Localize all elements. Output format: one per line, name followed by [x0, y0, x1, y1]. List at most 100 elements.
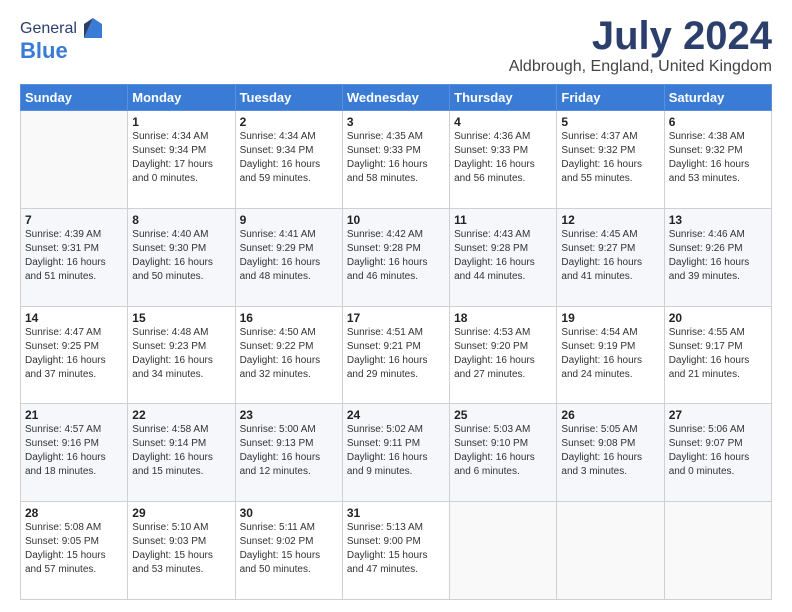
col-monday: Monday [128, 85, 235, 111]
calendar-week-row: 14Sunrise: 4:47 AMSunset: 9:25 PMDayligh… [21, 306, 772, 404]
table-row: 10Sunrise: 4:42 AMSunset: 9:28 PMDayligh… [342, 208, 449, 306]
table-row [664, 502, 771, 600]
day-info: Sunrise: 4:35 AMSunset: 9:33 PMDaylight:… [347, 130, 445, 186]
day-number: 24 [347, 408, 445, 422]
day-info: Sunrise: 4:34 AMSunset: 9:34 PMDaylight:… [132, 130, 230, 186]
day-info: Sunrise: 4:48 AMSunset: 9:23 PMDaylight:… [132, 326, 230, 382]
day-number: 25 [454, 408, 552, 422]
table-row: 22Sunrise: 4:58 AMSunset: 9:14 PMDayligh… [128, 404, 235, 502]
col-saturday: Saturday [664, 85, 771, 111]
day-number: 5 [561, 115, 659, 129]
table-row: 25Sunrise: 5:03 AMSunset: 9:10 PMDayligh… [450, 404, 557, 502]
day-number: 22 [132, 408, 230, 422]
day-info: Sunrise: 4:51 AMSunset: 9:21 PMDaylight:… [347, 326, 445, 382]
table-row: 3Sunrise: 4:35 AMSunset: 9:33 PMDaylight… [342, 111, 449, 209]
day-info: Sunrise: 4:47 AMSunset: 9:25 PMDaylight:… [25, 326, 123, 382]
day-number: 31 [347, 506, 445, 520]
table-row: 31Sunrise: 5:13 AMSunset: 9:00 PMDayligh… [342, 502, 449, 600]
table-row: 17Sunrise: 4:51 AMSunset: 9:21 PMDayligh… [342, 306, 449, 404]
day-number: 3 [347, 115, 445, 129]
page: General Blue July 2024 Aldbrough, Englan… [0, 0, 792, 612]
logo-blue-text: Blue [20, 38, 68, 64]
day-number: 23 [240, 408, 338, 422]
day-number: 26 [561, 408, 659, 422]
day-number: 10 [347, 213, 445, 227]
day-info: Sunrise: 4:45 AMSunset: 9:27 PMDaylight:… [561, 228, 659, 284]
day-number: 15 [132, 311, 230, 325]
day-info: Sunrise: 4:43 AMSunset: 9:28 PMDaylight:… [454, 228, 552, 284]
table-row: 4Sunrise: 4:36 AMSunset: 9:33 PMDaylight… [450, 111, 557, 209]
table-row: 9Sunrise: 4:41 AMSunset: 9:29 PMDaylight… [235, 208, 342, 306]
day-number: 7 [25, 213, 123, 227]
table-row: 28Sunrise: 5:08 AMSunset: 9:05 PMDayligh… [21, 502, 128, 600]
day-info: Sunrise: 4:53 AMSunset: 9:20 PMDaylight:… [454, 326, 552, 382]
table-row: 21Sunrise: 4:57 AMSunset: 9:16 PMDayligh… [21, 404, 128, 502]
day-number: 18 [454, 311, 552, 325]
day-info: Sunrise: 4:57 AMSunset: 9:16 PMDaylight:… [25, 423, 123, 479]
table-row: 18Sunrise: 4:53 AMSunset: 9:20 PMDayligh… [450, 306, 557, 404]
day-info: Sunrise: 4:36 AMSunset: 9:33 PMDaylight:… [454, 130, 552, 186]
table-row: 27Sunrise: 5:06 AMSunset: 9:07 PMDayligh… [664, 404, 771, 502]
calendar-week-row: 7Sunrise: 4:39 AMSunset: 9:31 PMDaylight… [21, 208, 772, 306]
day-number: 17 [347, 311, 445, 325]
day-info: Sunrise: 4:38 AMSunset: 9:32 PMDaylight:… [669, 130, 767, 186]
day-info: Sunrise: 5:13 AMSunset: 9:00 PMDaylight:… [347, 521, 445, 577]
table-row: 14Sunrise: 4:47 AMSunset: 9:25 PMDayligh… [21, 306, 128, 404]
table-row: 20Sunrise: 4:55 AMSunset: 9:17 PMDayligh… [664, 306, 771, 404]
day-info: Sunrise: 5:03 AMSunset: 9:10 PMDaylight:… [454, 423, 552, 479]
calendar-week-row: 28Sunrise: 5:08 AMSunset: 9:05 PMDayligh… [21, 502, 772, 600]
day-number: 16 [240, 311, 338, 325]
calendar-header-row: Sunday Monday Tuesday Wednesday Thursday… [21, 85, 772, 111]
table-row: 15Sunrise: 4:48 AMSunset: 9:23 PMDayligh… [128, 306, 235, 404]
table-row [450, 502, 557, 600]
day-number: 29 [132, 506, 230, 520]
day-info: Sunrise: 4:39 AMSunset: 9:31 PMDaylight:… [25, 228, 123, 284]
day-number: 27 [669, 408, 767, 422]
calendar-week-row: 21Sunrise: 4:57 AMSunset: 9:16 PMDayligh… [21, 404, 772, 502]
col-thursday: Thursday [450, 85, 557, 111]
day-info: Sunrise: 4:50 AMSunset: 9:22 PMDaylight:… [240, 326, 338, 382]
table-row [21, 111, 128, 209]
day-info: Sunrise: 5:08 AMSunset: 9:05 PMDaylight:… [25, 521, 123, 577]
logo-general-text: General [20, 20, 77, 38]
day-number: 12 [561, 213, 659, 227]
day-number: 30 [240, 506, 338, 520]
location: Aldbrough, England, United Kingdom [509, 58, 772, 76]
day-info: Sunrise: 5:10 AMSunset: 9:03 PMDaylight:… [132, 521, 230, 577]
title-block: July 2024 Aldbrough, England, United Kin… [509, 16, 772, 76]
day-number: 2 [240, 115, 338, 129]
day-number: 9 [240, 213, 338, 227]
table-row [557, 502, 664, 600]
day-number: 11 [454, 213, 552, 227]
day-info: Sunrise: 5:06 AMSunset: 9:07 PMDaylight:… [669, 423, 767, 479]
day-number: 13 [669, 213, 767, 227]
day-number: 19 [561, 311, 659, 325]
col-wednesday: Wednesday [342, 85, 449, 111]
table-row: 5Sunrise: 4:37 AMSunset: 9:32 PMDaylight… [557, 111, 664, 209]
day-info: Sunrise: 4:40 AMSunset: 9:30 PMDaylight:… [132, 228, 230, 284]
table-row: 11Sunrise: 4:43 AMSunset: 9:28 PMDayligh… [450, 208, 557, 306]
day-info: Sunrise: 4:37 AMSunset: 9:32 PMDaylight:… [561, 130, 659, 186]
col-tuesday: Tuesday [235, 85, 342, 111]
day-info: Sunrise: 4:54 AMSunset: 9:19 PMDaylight:… [561, 326, 659, 382]
table-row: 8Sunrise: 4:40 AMSunset: 9:30 PMDaylight… [128, 208, 235, 306]
day-info: Sunrise: 5:11 AMSunset: 9:02 PMDaylight:… [240, 521, 338, 577]
table-row: 24Sunrise: 5:02 AMSunset: 9:11 PMDayligh… [342, 404, 449, 502]
table-row: 13Sunrise: 4:46 AMSunset: 9:26 PMDayligh… [664, 208, 771, 306]
table-row: 23Sunrise: 5:00 AMSunset: 9:13 PMDayligh… [235, 404, 342, 502]
table-row: 12Sunrise: 4:45 AMSunset: 9:27 PMDayligh… [557, 208, 664, 306]
day-number: 28 [25, 506, 123, 520]
logo: General Blue [20, 16, 106, 64]
month-title: July 2024 [509, 16, 772, 56]
calendar-table: Sunday Monday Tuesday Wednesday Thursday… [20, 84, 772, 600]
day-number: 20 [669, 311, 767, 325]
table-row: 7Sunrise: 4:39 AMSunset: 9:31 PMDaylight… [21, 208, 128, 306]
table-row: 2Sunrise: 4:34 AMSunset: 9:34 PMDaylight… [235, 111, 342, 209]
table-row: 29Sunrise: 5:10 AMSunset: 9:03 PMDayligh… [128, 502, 235, 600]
day-info: Sunrise: 4:46 AMSunset: 9:26 PMDaylight:… [669, 228, 767, 284]
day-info: Sunrise: 4:42 AMSunset: 9:28 PMDaylight:… [347, 228, 445, 284]
day-number: 8 [132, 213, 230, 227]
day-info: Sunrise: 5:02 AMSunset: 9:11 PMDaylight:… [347, 423, 445, 479]
calendar-week-row: 1Sunrise: 4:34 AMSunset: 9:34 PMDaylight… [21, 111, 772, 209]
day-info: Sunrise: 4:58 AMSunset: 9:14 PMDaylight:… [132, 423, 230, 479]
